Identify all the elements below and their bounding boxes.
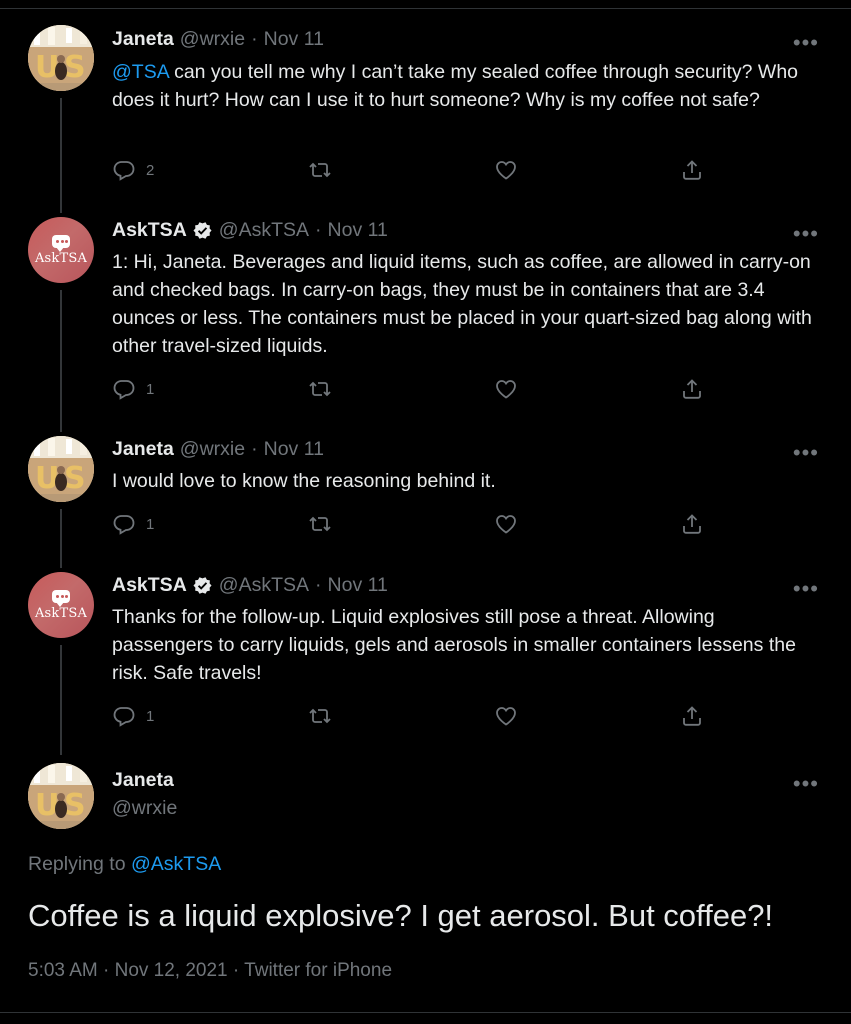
retweet-button[interactable] — [308, 512, 332, 536]
share-icon — [680, 704, 704, 728]
author-name[interactable]: AskTSA — [112, 219, 187, 242]
reply-button[interactable]: 1 — [112, 377, 154, 401]
retweet-icon — [308, 377, 332, 401]
like-button[interactable] — [494, 512, 518, 536]
author-name[interactable]: Janeta — [112, 438, 174, 461]
author-handle[interactable]: @AskTSA — [219, 574, 309, 597]
share-icon — [680, 377, 704, 401]
like-button[interactable] — [494, 377, 518, 401]
separator: · — [251, 438, 258, 460]
reply-count: 1 — [146, 707, 155, 725]
separator: · — [315, 574, 322, 596]
tweet-actions: 1 — [112, 377, 712, 405]
tweet-actions: 1 — [112, 704, 712, 732]
retweet-icon — [308, 158, 332, 182]
more-icon[interactable]: ••• — [793, 578, 819, 600]
reply-button[interactable]: 1 — [112, 704, 154, 728]
author-handle[interactable]: @wrxie — [180, 28, 245, 51]
like-button[interactable] — [494, 158, 518, 182]
like-button[interactable] — [494, 704, 518, 728]
share-icon — [680, 512, 704, 536]
replying-prefix: Replying to — [28, 853, 131, 875]
replying-to: Replying to @AskTSA — [28, 853, 221, 876]
like-icon — [494, 158, 518, 182]
avatar[interactable]: AskTSA — [28, 572, 94, 638]
reply-icon — [112, 512, 136, 536]
share-button[interactable] — [680, 704, 704, 728]
chat-bubble-icon — [52, 589, 70, 607]
avatar[interactable] — [28, 25, 94, 91]
tweet-date[interactable]: Nov 11 — [328, 219, 388, 242]
tweet-date[interactable]: Nov 11 — [264, 438, 324, 461]
main-author-handle-row: @wrxie — [112, 797, 177, 820]
bottom-divider — [0, 1012, 851, 1013]
chat-bubble-icon — [52, 234, 70, 252]
thread-line — [60, 509, 62, 568]
avatar-label: AskTSA — [34, 605, 88, 621]
thread-line — [60, 290, 62, 432]
reply-count: 2 — [146, 161, 155, 179]
more-icon[interactable]: ••• — [793, 773, 819, 795]
share-button[interactable] — [680, 377, 704, 401]
author-name[interactable]: AskTSA — [112, 574, 187, 597]
tweet-text: @TSA can you tell me why I can’t take my… — [112, 58, 817, 114]
author-handle[interactable]: @wrxie — [112, 797, 177, 820]
author-name[interactable]: Janeta — [112, 769, 174, 792]
reply-icon — [112, 158, 136, 182]
thread-line — [60, 98, 62, 213]
tweet-text: 1: Hi, Janeta. Beverages and liquid item… — [112, 251, 812, 357]
author-name[interactable]: Janeta — [112, 28, 174, 51]
reply-count: 1 — [146, 380, 155, 398]
verified-icon — [192, 220, 213, 241]
share-button[interactable] — [680, 512, 704, 536]
replying-handle[interactable]: @AskTSA — [131, 853, 221, 875]
reply-icon — [112, 377, 136, 401]
tweet-body: can you tell me why I can’t take my seal… — [112, 61, 799, 111]
reply-button[interactable]: 1 — [112, 512, 154, 536]
reply-count: 1 — [146, 515, 155, 533]
avatar[interactable] — [28, 436, 94, 502]
tweet-actions: 2 — [112, 158, 712, 186]
tweet-header: AskTSA @AskTSA · Nov 11 — [112, 574, 388, 597]
retweet-icon — [308, 704, 332, 728]
retweet-button[interactable] — [308, 377, 332, 401]
reply-icon — [112, 704, 136, 728]
tweet-header: Janeta @wrxie · Nov 11 — [112, 438, 324, 461]
tweet-header: AskTSA @AskTSA · Nov 11 — [112, 219, 388, 242]
verified-icon — [192, 575, 213, 596]
more-icon[interactable]: ••• — [793, 442, 819, 464]
share-button[interactable] — [680, 158, 704, 182]
more-icon[interactable]: ••• — [793, 223, 819, 245]
avatar[interactable]: AskTSA — [28, 217, 94, 283]
like-icon — [494, 512, 518, 536]
tweet-date[interactable]: Nov 11 — [264, 28, 324, 51]
tweet-header: Janeta @wrxie · Nov 11 — [112, 28, 324, 51]
top-divider — [0, 0, 851, 9]
tweet-text: I would love to know the reasoning behin… — [112, 470, 496, 492]
thread-line — [60, 645, 62, 755]
main-tweet-text: Coffee is a liquid explosive? I get aero… — [28, 898, 774, 933]
reply-button[interactable]: 2 — [112, 158, 154, 182]
separator: · — [251, 28, 258, 50]
retweet-button[interactable] — [308, 158, 332, 182]
retweet-button[interactable] — [308, 704, 332, 728]
tweet-timestamp[interactable]: 5:03 AM · Nov 12, 2021 · Twitter for iPh… — [28, 960, 392, 982]
tweet-date[interactable]: Nov 11 — [328, 574, 388, 597]
tweet-text: Thanks for the follow-up. Liquid explosi… — [112, 606, 796, 684]
tweet-actions: 1 — [112, 512, 712, 540]
retweet-icon — [308, 512, 332, 536]
author-handle[interactable]: @wrxie — [180, 438, 245, 461]
more-icon[interactable]: ••• — [793, 32, 819, 54]
separator: · — [315, 219, 322, 241]
like-icon — [494, 704, 518, 728]
avatar-label: AskTSA — [34, 250, 88, 266]
share-icon — [680, 158, 704, 182]
mention-link[interactable]: @TSA — [112, 61, 169, 83]
main-author-name-row: Janeta — [112, 769, 174, 792]
like-icon — [494, 377, 518, 401]
author-handle[interactable]: @AskTSA — [219, 219, 309, 242]
avatar[interactable] — [28, 763, 94, 829]
